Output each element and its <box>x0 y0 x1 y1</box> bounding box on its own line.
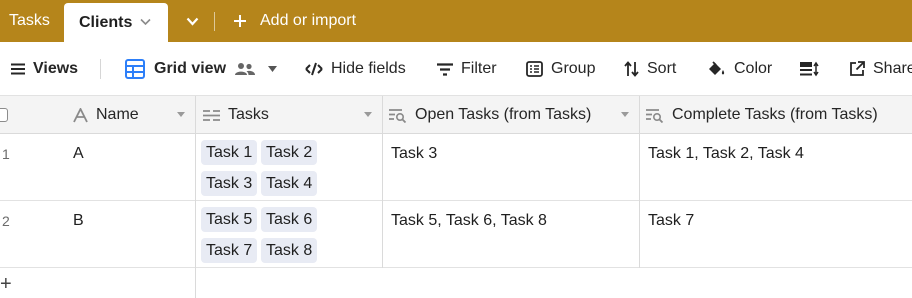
share-view-button[interactable]: Share <box>849 42 912 96</box>
cell-open-tasks[interactable]: Task 5, Task 6, Task 8 <box>391 212 547 230</box>
select-all-checkbox[interactable] <box>0 108 8 122</box>
lookup-field-icon <box>646 108 664 123</box>
column-header-open-tasks-label: Open Tasks (from Tasks) <box>415 106 592 123</box>
color-label: Color <box>734 60 773 77</box>
column-header-name[interactable]: Name <box>73 96 139 134</box>
column-header-complete-tasks-label: Complete Tasks (from Tasks) <box>672 106 878 123</box>
add-record-row[interactable]: + <box>0 268 912 298</box>
linked-record-chip[interactable]: Task 4 <box>261 171 318 196</box>
views-label: Views <box>33 60 79 77</box>
base-tab-bar: Tasks Clients Add or import <box>0 0 912 42</box>
linked-record-chip[interactable]: Task 3 <box>201 171 258 196</box>
linked-record-icon <box>203 109 220 121</box>
chevron-down-icon[interactable] <box>363 111 373 118</box>
table-row[interactable]: 1 A Task 1 Task 2 Task 3 Task 4 Task 3 T… <box>0 134 912 201</box>
row-number: 1 <box>2 146 10 162</box>
table-row[interactable]: 2 B Task 5 Task 6 Task 7 Task 8 Task 5, … <box>0 201 912 268</box>
view-toolbar: Views Grid view Hide fields Filter Group… <box>0 42 912 96</box>
group-icon <box>526 61 543 77</box>
cell-name[interactable]: B <box>73 212 84 230</box>
chevron-down-icon[interactable] <box>620 111 630 118</box>
filter-label: Filter <box>461 60 497 77</box>
column-header-tasks-label: Tasks <box>228 106 269 123</box>
row-number: 2 <box>2 213 10 229</box>
tab-clients-label: Clients <box>79 13 133 31</box>
hide-fields-label: Hide fields <box>331 60 406 77</box>
tab-tasks-label: Tasks <box>9 12 50 29</box>
cell-complete-tasks[interactable]: Task 1, Task 2, Task 4 <box>648 145 804 163</box>
tab-bar-divider <box>214 12 215 31</box>
grid-view-label: Grid view <box>154 60 227 77</box>
add-or-import-label: Add or import <box>260 12 357 29</box>
linked-record-chip[interactable]: Task 1 <box>201 140 258 165</box>
grid-view-icon <box>125 59 145 79</box>
lookup-field-icon <box>389 108 407 123</box>
tab-clients[interactable]: Clients <box>64 3 168 42</box>
sort-button[interactable]: Sort <box>624 42 676 96</box>
paint-bucket-icon <box>709 60 725 75</box>
hide-fields-button[interactable]: Hide fields <box>305 42 406 96</box>
column-header-complete-tasks[interactable]: Complete Tasks (from Tasks) <box>646 96 878 134</box>
tab-tasks[interactable]: Tasks <box>9 0 50 42</box>
linked-record-chip[interactable]: Task 8 <box>261 238 318 263</box>
text-field-icon <box>73 107 88 122</box>
color-button[interactable]: Color <box>707 42 772 96</box>
add-record-button[interactable]: + <box>0 274 12 294</box>
add-or-import-button[interactable]: Add or import <box>233 0 356 42</box>
linked-record-chip[interactable]: Task 7 <box>201 238 258 263</box>
group-button[interactable]: Group <box>526 42 595 96</box>
filter-icon <box>437 62 453 76</box>
tables-dropdown-chevron-icon[interactable] <box>186 17 199 26</box>
chevron-down-icon[interactable] <box>176 111 186 118</box>
linked-record-chip[interactable]: Task 2 <box>261 140 318 165</box>
sort-icon <box>624 61 639 77</box>
row-height-button[interactable] <box>800 42 827 96</box>
chevron-down-icon[interactable] <box>140 18 151 26</box>
toolbar-divider <box>100 59 101 79</box>
cell-open-tasks[interactable]: Task 3 <box>391 145 437 163</box>
column-divider <box>639 96 640 268</box>
column-divider <box>195 96 196 298</box>
hamburger-icon <box>11 63 25 75</box>
column-divider <box>382 96 383 268</box>
column-header-open-tasks[interactable]: Open Tasks (from Tasks) <box>389 96 591 134</box>
eye-slash-icon <box>305 62 323 76</box>
grid-view-switcher[interactable]: Grid view <box>125 42 285 96</box>
plus-icon <box>234 15 246 27</box>
views-button[interactable]: Views <box>11 42 78 96</box>
sort-label: Sort <box>647 60 677 77</box>
linked-record-chip[interactable]: Task 5 <box>201 207 258 232</box>
caret-down-icon <box>268 66 278 72</box>
group-label: Group <box>551 60 596 77</box>
column-header-tasks[interactable]: Tasks <box>203 96 269 134</box>
share-icon <box>850 61 865 76</box>
share-label: Share <box>873 60 912 77</box>
linked-record-chip[interactable]: Task 6 <box>261 207 318 232</box>
filter-button[interactable]: Filter <box>437 42 497 96</box>
grid-header-row: Name Tasks Open Tasks (from Tasks) Compl… <box>0 96 912 134</box>
row-height-icon <box>800 61 819 77</box>
cell-name[interactable]: A <box>73 145 84 163</box>
people-icon <box>235 63 256 75</box>
column-header-name-label: Name <box>96 106 139 123</box>
cell-complete-tasks[interactable]: Task 7 <box>648 212 694 230</box>
